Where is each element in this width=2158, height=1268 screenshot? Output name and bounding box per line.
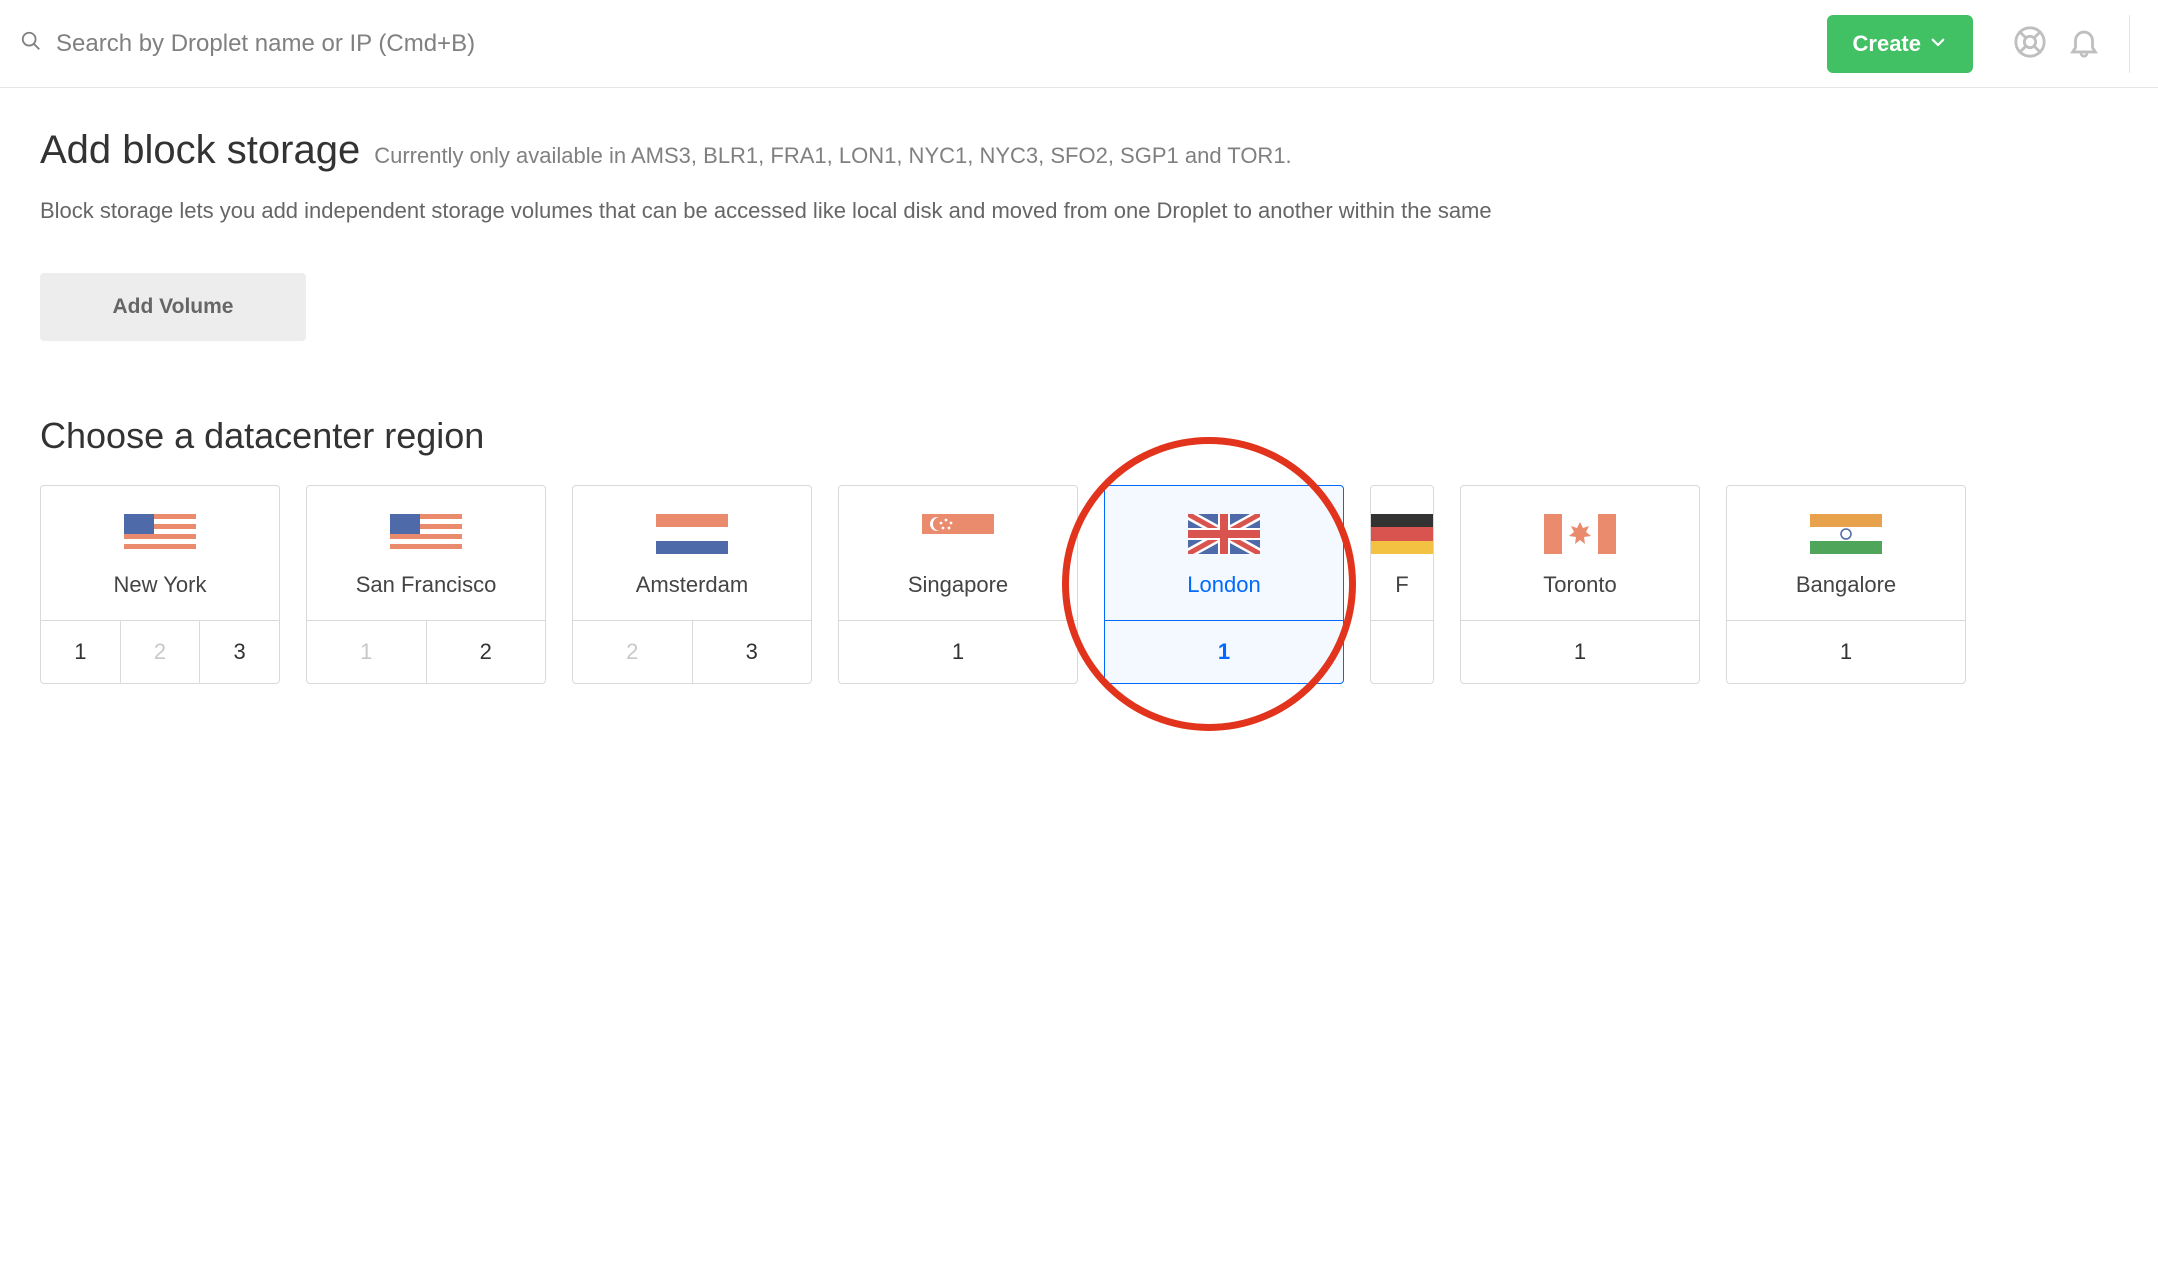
help-button[interactable] [2009,21,2051,66]
region-name: New York [114,572,207,598]
bell-icon [2067,47,2101,62]
block-storage-heading: Add block storage Currently only availab… [40,128,2158,173]
region-name: London [1187,572,1260,598]
region-card-top: Singapore [839,486,1077,620]
region-card-lon[interactable]: London 1 [1104,485,1344,684]
region-slots: 1 [1461,620,1699,683]
region-card-sgp[interactable]: Singapore 1 [838,485,1078,684]
region-name: San Francisco [356,572,497,598]
search-wrap [20,30,1827,58]
search-input[interactable] [56,30,1827,58]
life-ring-icon [2013,47,2047,62]
region-slots: 12 [307,620,545,683]
region-card-blr[interactable]: Bangalore 1 [1726,485,1966,684]
region-card-top: F [1371,486,1433,620]
region-grid: New York123San Francisco12Amsterdam23Sin… [40,485,2158,684]
region-card-top: New York [41,486,279,620]
flag-nl-icon [656,514,728,554]
notifications-button[interactable] [2063,21,2105,66]
block-storage-description: Block storage lets you add independent s… [40,195,2158,227]
region-slot-sfo-2[interactable]: 2 [426,621,546,683]
region-card-fra[interactable]: F [1370,485,1434,684]
region-card-ams[interactable]: Amsterdam 23 [572,485,812,684]
region-slot-blr-1[interactable]: 1 [1727,621,1965,683]
flag-ca-icon [1544,514,1616,554]
create-button[interactable]: Create [1827,15,1973,73]
search-icon [20,30,42,57]
region-name: Bangalore [1796,572,1896,598]
region-name: Amsterdam [636,572,748,598]
region-slots: 123 [41,620,279,683]
flag-in-icon [1810,514,1882,554]
block-storage-title: Add block storage [40,128,360,173]
region-card-sfo[interactable]: San Francisco 12 [306,485,546,684]
region-card-top: London [1105,486,1343,620]
region-name: F [1395,572,1408,598]
region-name: Singapore [908,572,1008,598]
topbar-separator [2129,15,2130,73]
region-slot-sfo-1: 1 [307,621,426,683]
chevron-down-icon [1929,31,1947,57]
region-grid-wrap: New York123San Francisco12Amsterdam23Sin… [40,485,2158,684]
region-slots: 23 [573,620,811,683]
region-card-top: Bangalore [1727,486,1965,620]
region-card-top: Amsterdam [573,486,811,620]
region-slot-ams-3[interactable]: 3 [692,621,812,683]
region-slot-ams-2: 2 [573,621,692,683]
flag-de-icon [1370,514,1434,554]
region-card-nyc[interactable]: New York 123 [40,485,280,684]
add-volume-button[interactable]: Add Volume [40,273,306,341]
flag-sg-icon [922,514,994,554]
main-content: Add block storage Currently only availab… [0,88,2158,724]
region-slot-sgp-1[interactable]: 1 [839,621,1077,683]
region-card-tor[interactable]: Toronto 1 [1460,485,1700,684]
flag-us-icon [124,514,196,554]
region-slot-tor-1[interactable]: 1 [1461,621,1699,683]
region-section-title: Choose a datacenter region [40,415,2158,457]
region-slot-nyc-2: 2 [120,621,200,683]
create-button-label: Create [1853,31,1921,57]
region-card-top: Toronto [1461,486,1699,620]
region-slot-nyc-1[interactable]: 1 [41,621,120,683]
region-slot-lon-1[interactable]: 1 [1105,621,1343,683]
region-slot-fra-[interactable] [1371,621,1433,657]
region-slots [1371,620,1433,657]
region-name: Toronto [1543,572,1616,598]
region-slots: 1 [1727,620,1965,683]
block-storage-availability: Currently only available in AMS3, BLR1, … [374,143,1291,169]
region-slots: 1 [839,620,1077,683]
region-slots: 1 [1105,620,1343,683]
flag-gb-icon [1188,514,1260,554]
topbar: Create [0,0,2158,88]
flag-us-icon [390,514,462,554]
region-card-top: San Francisco [307,486,545,620]
region-slot-nyc-3[interactable]: 3 [199,621,279,683]
